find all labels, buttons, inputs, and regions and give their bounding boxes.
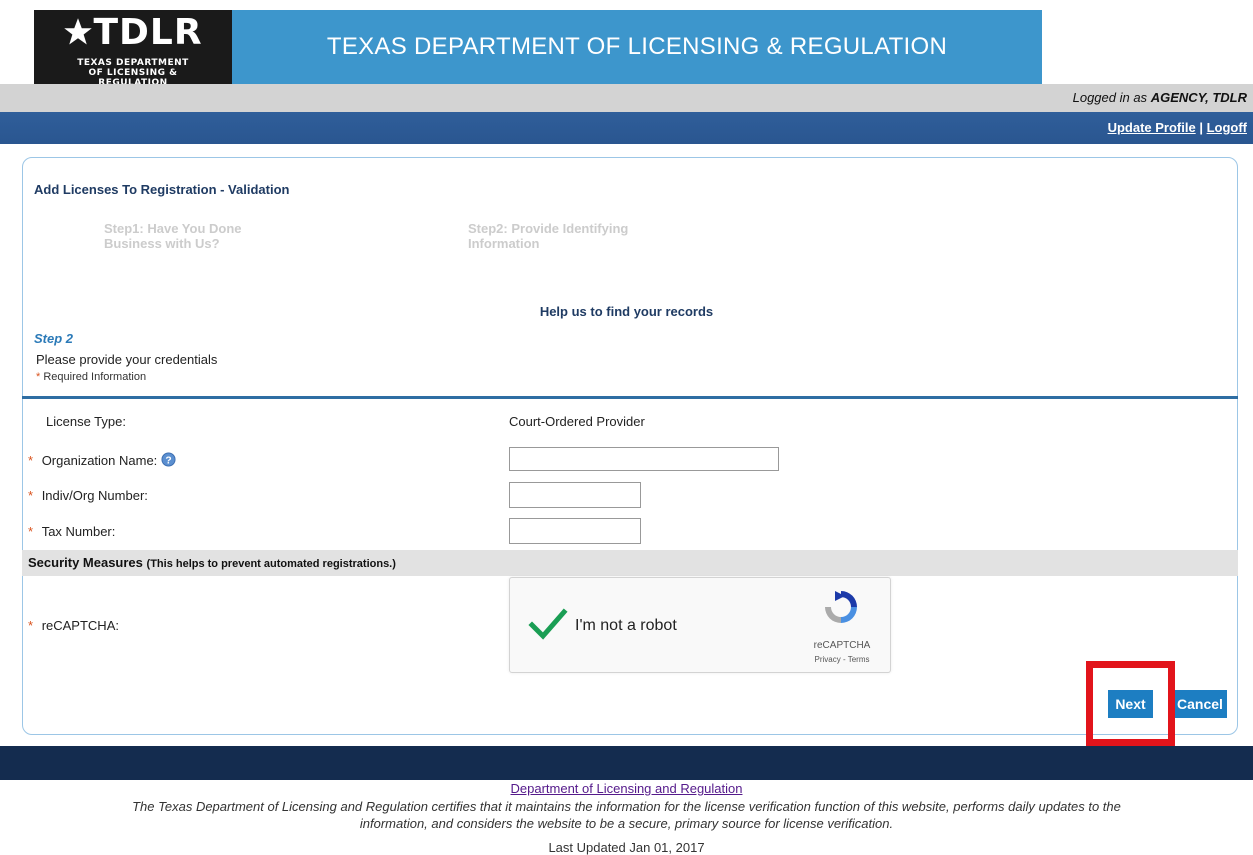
license-type-label: License Type:: [46, 414, 126, 429]
recaptcha-dash: -: [842, 655, 846, 664]
help-heading: Help us to find your records: [539, 304, 714, 319]
footer-link-row: Department of Licensing and Regulation: [0, 781, 1253, 796]
tax-number-input[interactable]: [509, 518, 641, 544]
required-note-text: Required Information: [43, 371, 147, 383]
recaptcha-label: reCAPTCHA:: [41, 618, 119, 633]
footer-department-link[interactable]: Department of Licensing and Regulation: [511, 781, 743, 796]
footer-statement: The Texas Department of Licensing and Re…: [0, 798, 1253, 832]
required-star-icon: *: [28, 488, 34, 503]
required-star-icon: *: [28, 453, 34, 468]
security-subtitle: (This helps to prevent automated registr…: [146, 558, 396, 570]
panel-title: Add Licenses To Registration - Validatio…: [34, 182, 290, 197]
footer-updated: Last Updated Jan 01, 2017: [548, 840, 705, 855]
logged-in-user: AGENCY, TDLR: [1150, 90, 1247, 105]
recaptcha-terms-link[interactable]: Terms: [848, 655, 870, 664]
logged-in-prefix: Logged in as: [1072, 90, 1148, 105]
step2-nav: Step2: Provide Identifying Information: [468, 221, 629, 251]
tax-number-label: Tax Number:: [41, 524, 116, 539]
required-star-icon: *: [28, 618, 34, 633]
logoff-link[interactable]: Logoff: [1207, 120, 1247, 135]
star-icon: [64, 18, 93, 45]
cancel-button[interactable]: Cancel: [1173, 690, 1227, 718]
recaptcha-privacy-link[interactable]: Privacy: [815, 655, 841, 664]
help-icon[interactable]: ?: [161, 452, 176, 467]
security-title: Security Measures (This helps to prevent…: [28, 555, 396, 570]
page-header-title: TEXAS DEPARTMENT OF LICENSING & REGULATI…: [326, 33, 948, 60]
org-name-label: Organization Name:: [41, 453, 158, 468]
organization-name-input[interactable]: [509, 447, 779, 471]
recaptcha-checkbox-text[interactable]: I'm not a robot: [575, 617, 677, 635]
org-name-row-label: * Organization Name: ?: [28, 452, 176, 468]
link-separator: |: [1199, 120, 1203, 135]
security-title-text: Security Measures: [28, 555, 143, 570]
instructions-text: Please provide your credentials: [36, 352, 218, 367]
indiv-org-number-input[interactable]: [509, 482, 641, 508]
indiv-org-number-label: Indiv/Org Number:: [41, 488, 148, 503]
step1-nav: Step1: Have You Done Business with Us?: [104, 221, 242, 251]
user-bar: [0, 84, 1253, 112]
required-star-icon: *: [36, 371, 41, 383]
logo-text: TDLR: [34, 12, 232, 54]
step-label: Step 2: [34, 331, 74, 346]
section-divider: [22, 396, 1238, 399]
recaptcha-links: Privacy - Terms: [803, 655, 881, 664]
required-note: * Required Information: [36, 371, 146, 383]
required-star-icon: *: [28, 524, 34, 539]
footer-statement-text: The Texas Department of Licensing and Re…: [132, 799, 1121, 831]
logged-in-status: Logged in as AGENCY, TDLR: [1073, 90, 1247, 105]
svg-text:?: ?: [165, 455, 171, 466]
indiv-row-label: * Indiv/Org Number:: [28, 488, 148, 503]
account-links: Update Profile | Logoff: [1108, 120, 1247, 135]
recaptcha-brand: reCAPTCHA: [813, 640, 871, 651]
recaptcha-checkmark-icon[interactable]: [528, 607, 568, 641]
nav-bar: [0, 112, 1253, 144]
license-type-value: Court-Ordered Provider: [509, 414, 645, 429]
recaptcha-row-label: * reCAPTCHA:: [28, 618, 119, 633]
next-button-highlight: [1086, 661, 1175, 746]
tax-row-label: * Tax Number:: [28, 524, 115, 539]
footer-bar: [0, 746, 1253, 780]
update-profile-link[interactable]: Update Profile: [1108, 120, 1196, 135]
recaptcha-logo-icon: [825, 591, 857, 623]
